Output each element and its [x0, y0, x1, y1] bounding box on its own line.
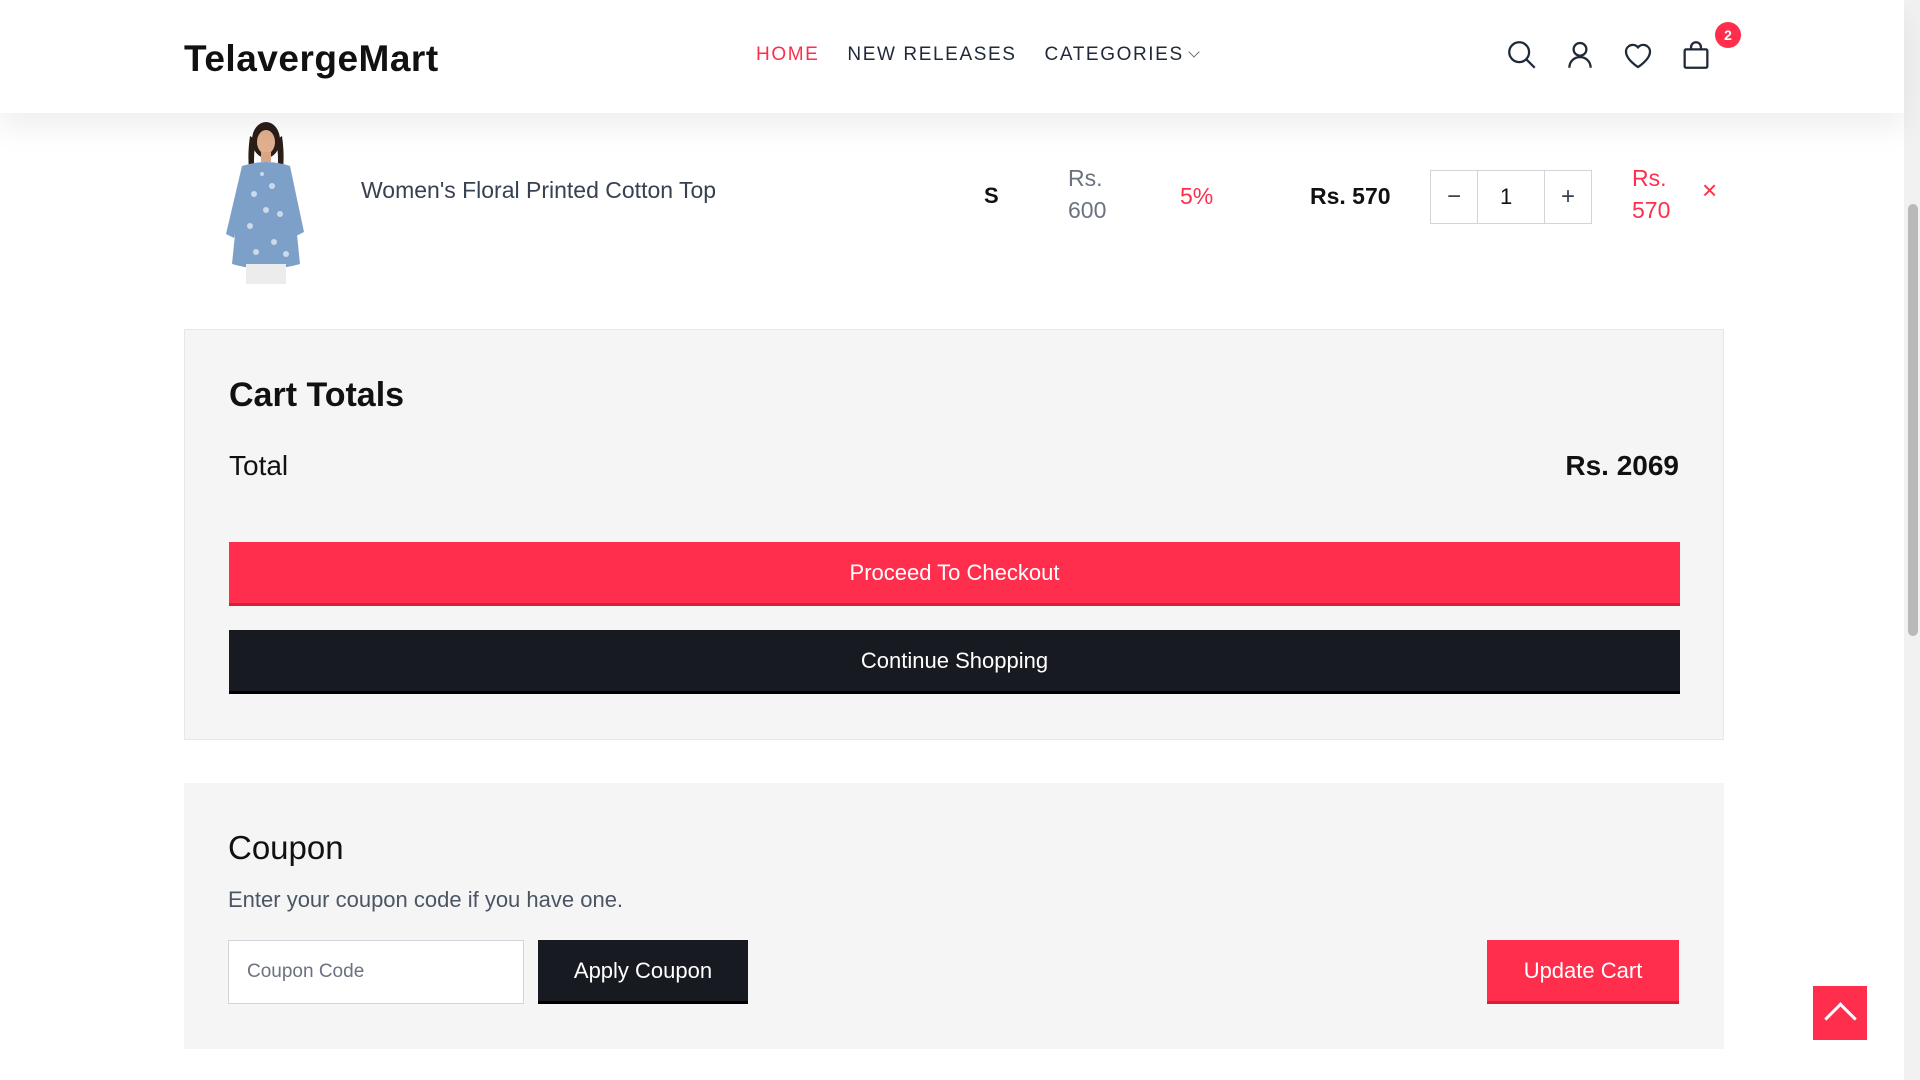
main-nav: HOME NEW RELEASES CATEGORIES	[756, 44, 1200, 66]
proceed-to-checkout-button[interactable]: Proceed To Checkout	[229, 542, 1680, 606]
nav-categories[interactable]: CATEGORIES	[1044, 44, 1200, 66]
continue-shopping-button[interactable]: Continue Shopping	[229, 630, 1680, 694]
coupon-title: Coupon	[228, 829, 344, 866]
update-cart-button[interactable]: Update Cart	[1487, 940, 1679, 1004]
cart-totals-title: Cart Totals	[229, 376, 405, 414]
quantity-increase-button[interactable]: +	[1545, 171, 1591, 223]
chevron-down-icon	[1188, 46, 1200, 58]
nav-new-releases[interactable]: NEW RELEASES	[847, 44, 1016, 66]
apply-coupon-button[interactable]: Apply Coupon	[538, 940, 748, 1004]
site-header: TelavergeMart HOME NEW RELEASES CATEGORI…	[0, 0, 1904, 113]
cart-count-badge: 2	[1715, 22, 1741, 48]
coupon-panel: Coupon Enter your coupon code if you hav…	[184, 783, 1724, 1049]
quantity-value[interactable]: 1	[1477, 171, 1545, 223]
scroll-to-top-button[interactable]	[1813, 986, 1867, 1040]
user-icon[interactable]	[1563, 38, 1597, 72]
product-discount: 5%	[1180, 183, 1214, 209]
product-subtotal: Rs. 570	[1632, 165, 1671, 223]
nav-home[interactable]: HOME	[756, 44, 819, 66]
site-logo[interactable]: TelavergeMart	[184, 38, 439, 80]
cart-item-row: Women's Floral Printed Cotton Top S Rs. …	[184, 108, 1724, 288]
product-final-price: Rs. 570	[1310, 183, 1391, 209]
coupon-description: Enter your coupon code if you have one.	[228, 887, 624, 912]
heart-icon[interactable]	[1621, 38, 1655, 72]
product-size: S	[984, 183, 999, 208]
product-price: Rs. 600	[1068, 165, 1107, 223]
total-value: Rs. 2069	[1565, 450, 1679, 481]
search-icon[interactable]	[1505, 38, 1539, 72]
quantity-decrease-button[interactable]: −	[1431, 171, 1477, 223]
scrollbar-thumb[interactable]	[1908, 204, 1918, 636]
product-name[interactable]: Women's Floral Printed Cotton Top	[361, 174, 716, 206]
product-image[interactable]	[216, 114, 312, 284]
remove-item-icon[interactable]: ×	[1702, 174, 1717, 206]
chevron-up-icon	[1823, 1001, 1857, 1035]
total-label: Total	[229, 450, 289, 481]
quantity-stepper: − 1 +	[1430, 170, 1592, 224]
nav-categories-label: CATEGORIES	[1044, 44, 1184, 65]
shopping-bag-icon[interactable]: 2	[1679, 22, 1741, 72]
coupon-code-input[interactable]	[228, 940, 524, 1004]
page-scrollbar[interactable]	[1904, 0, 1920, 1080]
cart-totals-panel: Cart Totals Total Rs. 2069 Proceed To Ch…	[184, 329, 1724, 740]
header-icons: 2	[1505, 22, 1741, 72]
